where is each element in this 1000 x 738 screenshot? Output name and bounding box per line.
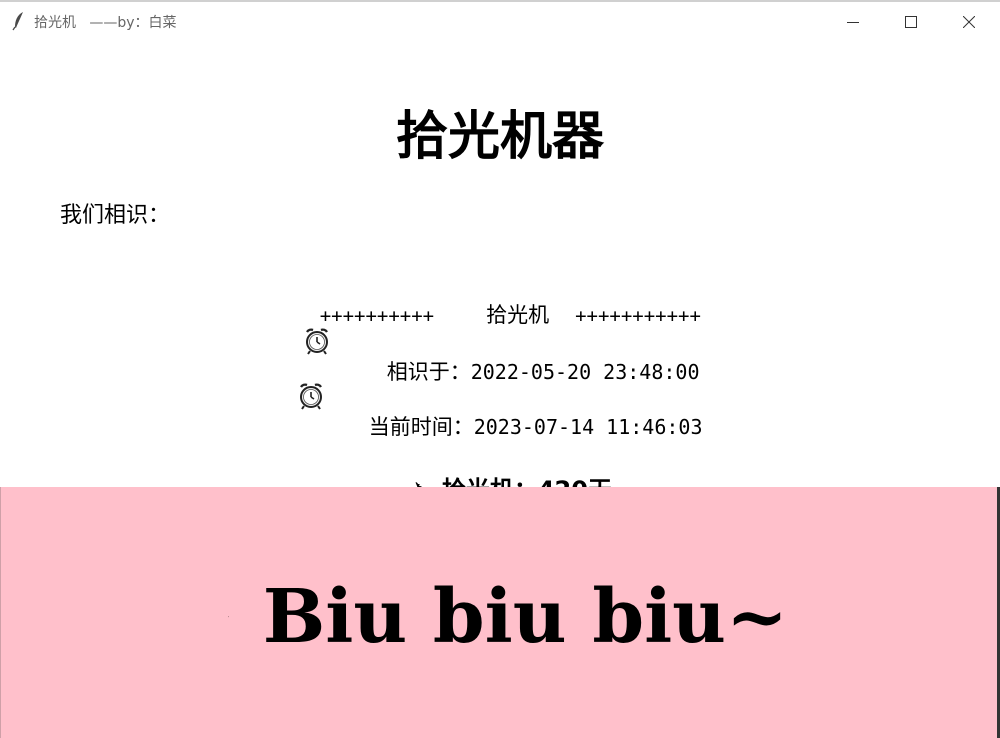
days-together-line: ✈拾光机：420天 xyxy=(376,436,612,504)
current-time-line: 当前时间：2023-07-14 11:46:03 xyxy=(342,379,703,439)
close-icon xyxy=(963,16,975,28)
alarm-clock-icon xyxy=(299,383,323,410)
window-title: 拾光机 ——by：白菜 xyxy=(34,15,177,31)
title-bar[interactable]: 拾光机 ——by：白菜 xyxy=(0,2,1000,40)
met-date-line: 相识于：2022-05-20 23:48:00 xyxy=(360,324,700,384)
alarm-clock-icon xyxy=(305,328,329,355)
maximize-icon xyxy=(905,16,917,28)
minimize-icon xyxy=(847,22,859,23)
close-button[interactable] xyxy=(940,4,998,40)
acquaintance-label: 我们相识： xyxy=(60,203,171,228)
page-title: 拾光机器 xyxy=(395,106,604,167)
name-line: ++++++++++ 拾光机 +++++++++++ xyxy=(293,270,701,327)
app-window: 拾光机 ——by：白菜 拾光机器 我们相识： ++++++++++ 拾光机 ++++… xyxy=(0,0,1000,738)
minimize-button[interactable] xyxy=(824,4,882,40)
feather-icon xyxy=(12,12,23,31)
biu-button-label: Biu biu biu~ xyxy=(262,574,788,660)
envelope-icon xyxy=(228,616,229,618)
biu-button[interactable]: Biu biu biu~ xyxy=(228,572,788,662)
maximize-button[interactable] xyxy=(882,4,940,40)
